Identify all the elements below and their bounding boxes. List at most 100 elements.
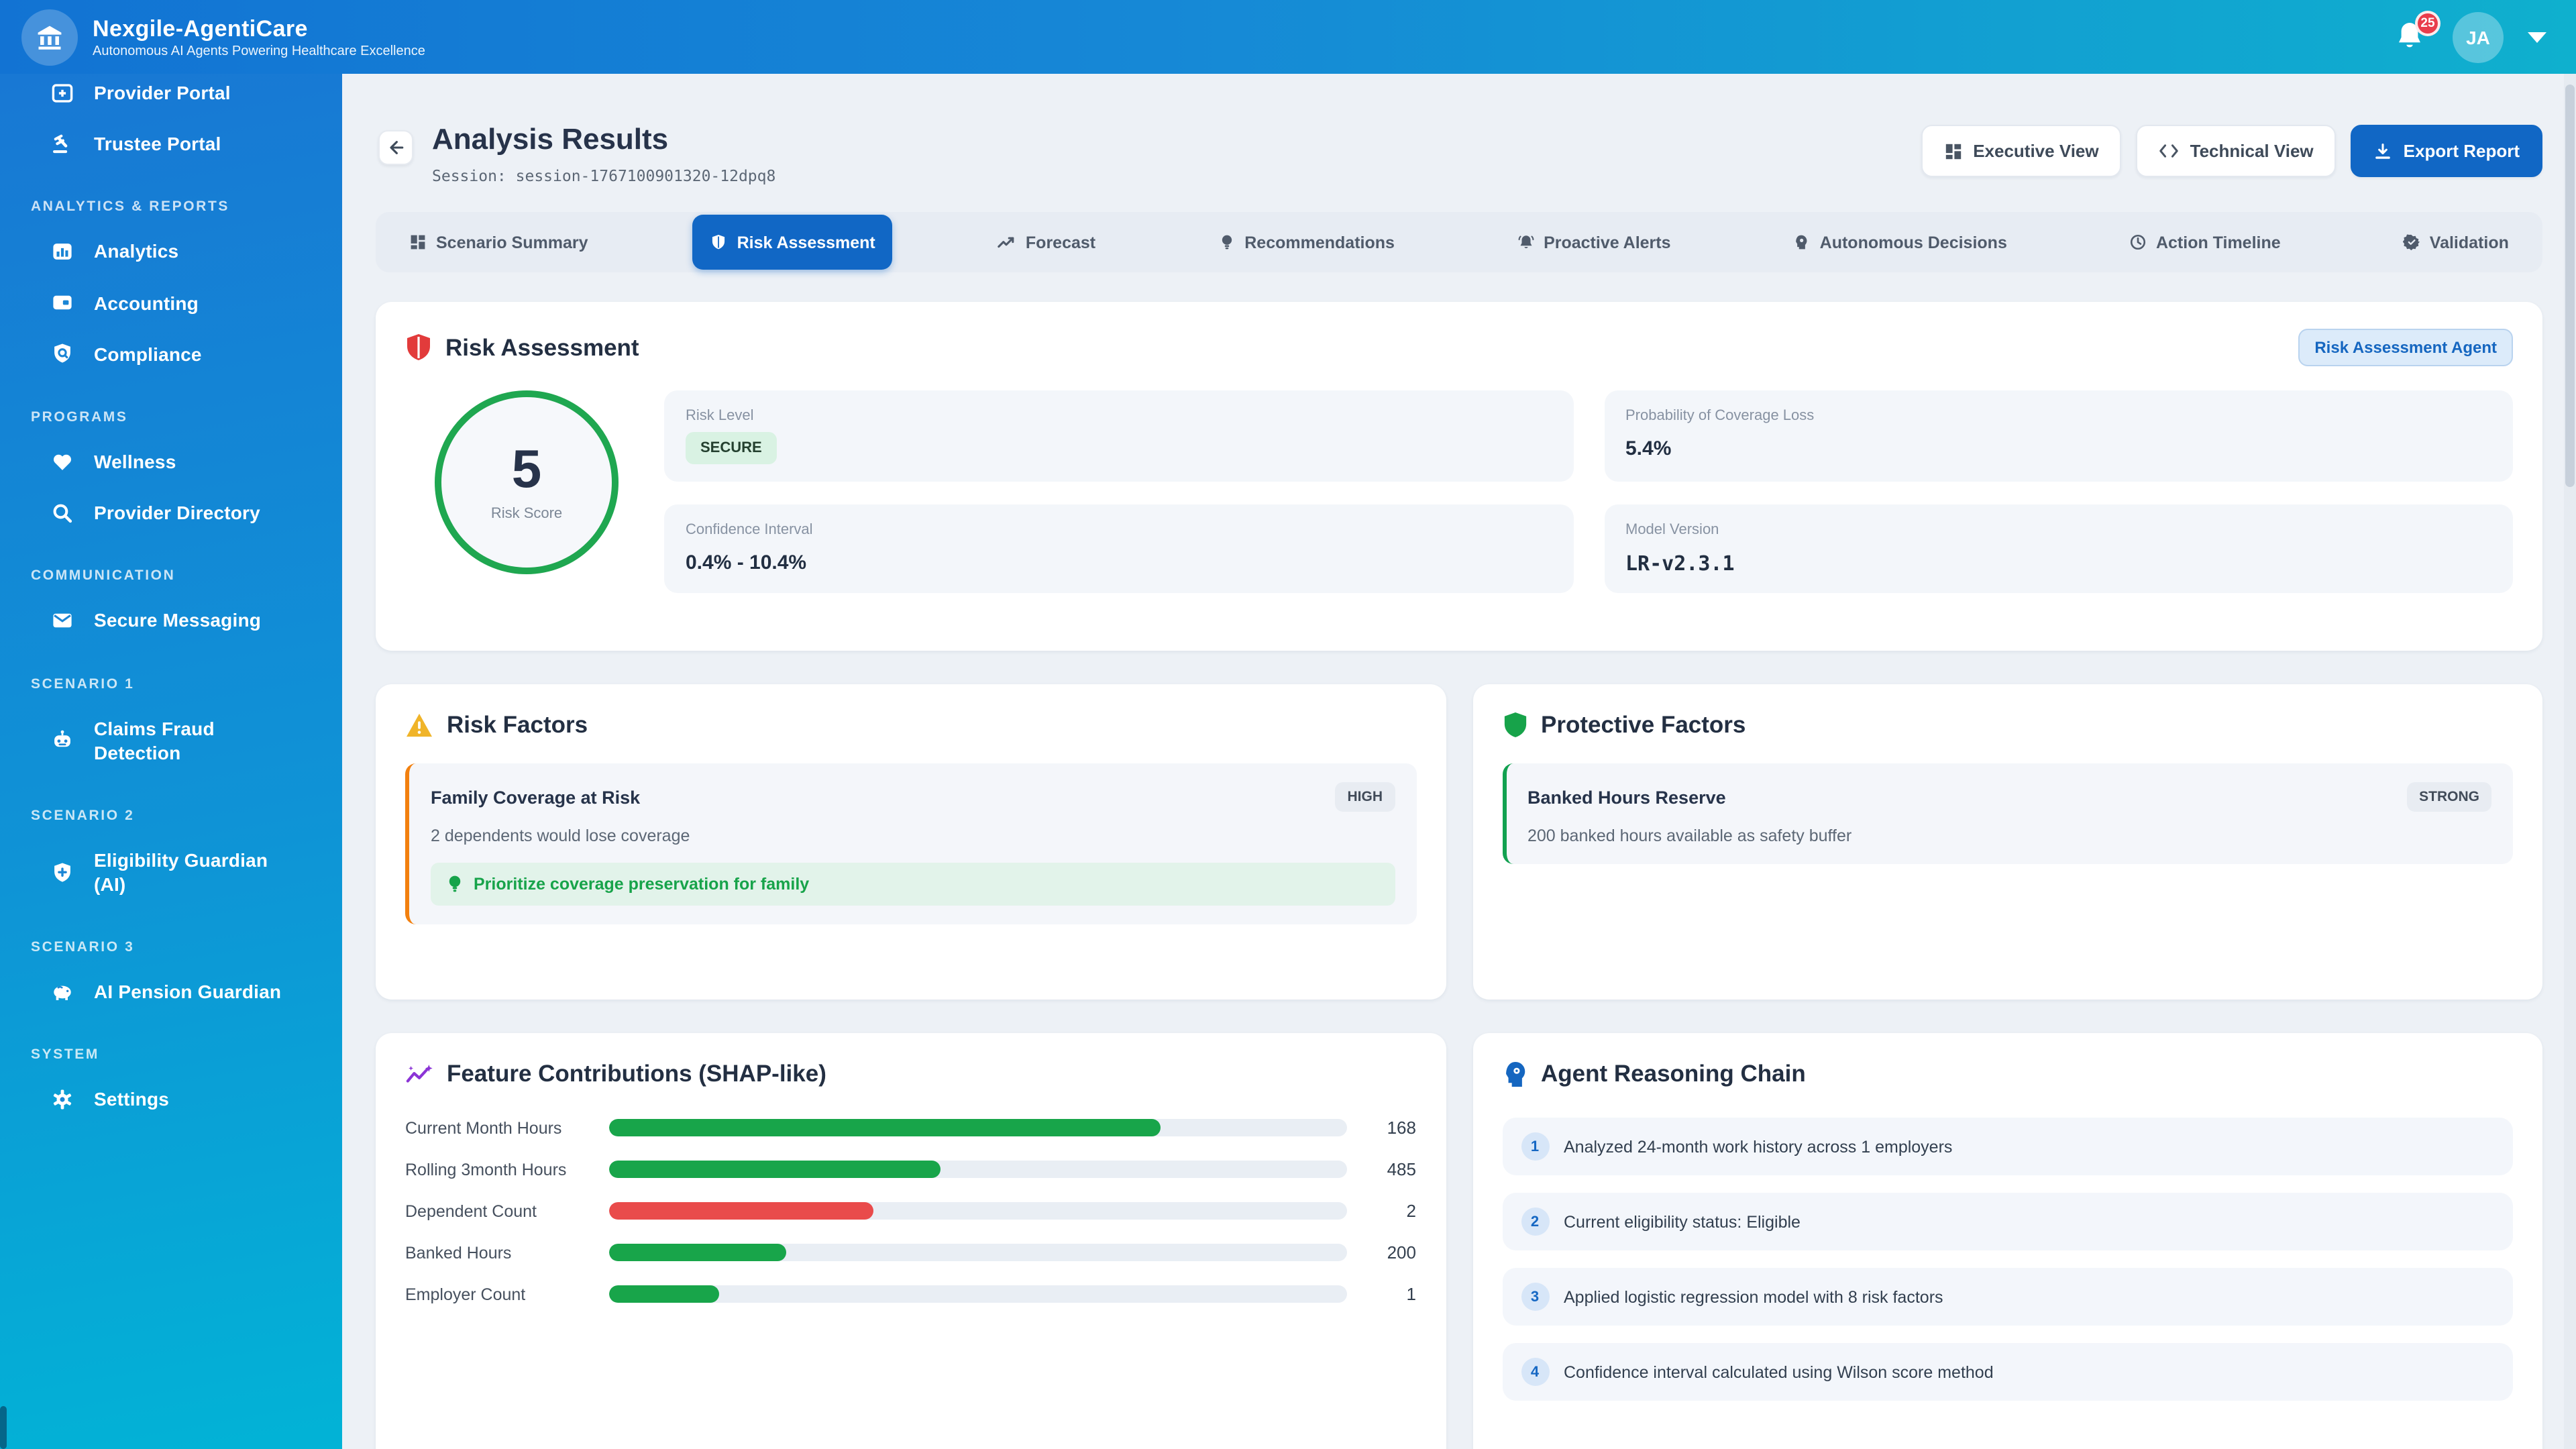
factors-row: Risk Factors Family Coverage at Risk HIG… xyxy=(376,684,2542,1000)
code-icon xyxy=(2159,144,2179,158)
back-button[interactable] xyxy=(378,130,413,165)
chevron-down-icon[interactable] xyxy=(2528,32,2546,42)
shield-check-icon xyxy=(50,342,74,366)
sidebar-section-system: SYSTEM xyxy=(31,1046,99,1063)
risk-factors-card: Risk Factors Family Coverage at Risk HIG… xyxy=(376,684,1446,1000)
sidebar-section-analytics-reports: ANALYTICS & REPORTS xyxy=(31,199,229,215)
sidebar-item-wellness[interactable]: Wellness xyxy=(0,436,342,487)
page-title-block: Analysis Results Session: session-176710… xyxy=(432,122,775,186)
sidebar-item-ai-pension-guardian[interactable]: AI Pension Guardian xyxy=(0,967,342,1018)
risk-factor-description: 2 dependents would lose coverage xyxy=(431,826,690,846)
technical-view-button[interactable]: Technical View xyxy=(2136,125,2337,177)
tab-action-timeline[interactable]: Action Timeline xyxy=(2112,215,2298,270)
avatar[interactable]: JA xyxy=(2453,11,2504,62)
tab-validation[interactable]: Validation xyxy=(2385,215,2526,270)
tab-scenario-summary[interactable]: Scenario Summary xyxy=(392,215,606,270)
step-number: 4 xyxy=(1521,1358,1549,1387)
sidebar-item-trustee-portal[interactable]: Trustee Portal xyxy=(0,118,342,169)
bar-track xyxy=(609,1244,1346,1262)
card-title: Risk Factors xyxy=(447,711,588,739)
tab-proactive-alerts[interactable]: Proactive Alerts xyxy=(1499,215,1688,270)
header-actions: Executive View Technical View Export Rep… xyxy=(1921,125,2542,177)
export-report-button[interactable]: Export Report xyxy=(2351,125,2542,177)
sidebar-section-scenario-3: SCENARIO 3 xyxy=(31,939,135,956)
risk-factor-name: Family Coverage at Risk xyxy=(431,787,641,808)
piggy-bank-icon xyxy=(50,980,74,1004)
risk-factor-recommendation: Prioritize coverage preservation for fam… xyxy=(431,863,1395,906)
tab-recommendations[interactable]: Recommendations xyxy=(1200,215,1412,270)
heart-icon xyxy=(50,449,74,474)
tab-forecast[interactable]: Forecast xyxy=(980,215,1113,270)
tab-risk-assessment[interactable]: Risk Assessment xyxy=(692,215,893,270)
executive-view-button[interactable]: Executive View xyxy=(1921,125,2122,177)
red-shield-icon xyxy=(407,334,430,361)
app-root: Nexgile-AgentiCare Autonomous AI Agents … xyxy=(0,0,2576,1449)
reasoning-step: 3 Applied logistic regression model with… xyxy=(1502,1268,2513,1326)
arrow-left-icon xyxy=(390,141,404,154)
shield-icon xyxy=(712,235,725,250)
results-tab-bar: Scenario Summary Risk Assessment Forecas… xyxy=(376,212,2542,273)
protective-factor-item: Banked Hours Reserve STRONG 200 banked h… xyxy=(1502,763,2513,865)
notifications-button[interactable]: 25 xyxy=(2394,10,2440,54)
bar-track xyxy=(609,1202,1346,1220)
sidebar-item-compliance[interactable]: Compliance xyxy=(0,329,342,380)
step-number: 2 xyxy=(1521,1208,1549,1236)
sidebar-item-secure-messaging[interactable]: Secure Messaging xyxy=(0,595,342,646)
confidence-value: 0.4% - 10.4% xyxy=(686,551,807,575)
sidebar-item-accounting[interactable]: Accounting xyxy=(0,277,342,328)
reasoning-head-icon xyxy=(1505,1062,1525,1087)
reasoning-step: 1 Analyzed 24-month work history across … xyxy=(1502,1118,2513,1176)
grid-icon xyxy=(411,235,425,250)
risk-score-label: Risk Score xyxy=(490,506,563,523)
sidebar-section-communication: COMMUNICATION xyxy=(31,568,176,584)
sidebar-scrollbar-thumb[interactable] xyxy=(0,1406,7,1449)
step-number: 3 xyxy=(1521,1283,1549,1311)
alert-bell-icon xyxy=(1517,236,1534,249)
warning-triangle-icon xyxy=(407,714,432,737)
app-subtitle: Autonomous AI Agents Powering Healthcare… xyxy=(93,44,425,60)
bar-fill xyxy=(609,1244,786,1262)
bar-fill xyxy=(609,1285,719,1303)
sidebar-section-scenario-2: SCENARIO 2 xyxy=(31,807,135,824)
card-title: Feature Contributions (SHAP-like) xyxy=(447,1060,826,1087)
card-title: Agent Reasoning Chain xyxy=(1541,1060,1806,1087)
main-scrollbar-track[interactable] xyxy=(2564,74,2576,1449)
strength-badge: STRONG xyxy=(2407,782,2491,812)
sidebar-item-claims-fraud-detection[interactable]: Claims Fraud Detection xyxy=(0,702,342,778)
bar-track xyxy=(609,1161,1346,1179)
sidebar: Provider Portal Trustee Portal ANALYTICS… xyxy=(0,74,342,1449)
trend-icon xyxy=(998,237,1015,248)
sparkle-trend-icon xyxy=(406,1064,433,1083)
tab-autonomous-decisions[interactable]: Autonomous Decisions xyxy=(1776,215,2025,270)
sidebar-item-provider-directory[interactable]: Provider Directory xyxy=(0,487,342,538)
mail-icon xyxy=(50,608,74,633)
gear-icon xyxy=(50,1087,74,1112)
bar-chart-icon xyxy=(50,239,74,264)
model-version-value: LR-v2.3.1 xyxy=(1625,551,1735,576)
top-header-bar: Nexgile-AgentiCare Autonomous AI Agents … xyxy=(0,0,2576,74)
feature-bars: Current Month Hours 168 Rolling 3month H… xyxy=(405,1118,1416,1305)
lightbulb-icon xyxy=(449,876,461,893)
clock-icon xyxy=(2130,235,2146,250)
session-id: Session: session-1767100901320-12dpq8 xyxy=(432,166,776,186)
main-scrollbar-thumb[interactable] xyxy=(2565,85,2575,487)
stat-confidence-interval: Confidence Interval 0.4% - 10.4% xyxy=(664,504,1573,594)
main-content: Analysis Results Session: session-176710… xyxy=(342,74,2576,1449)
robot-icon xyxy=(50,728,74,752)
sidebar-item-settings[interactable]: Settings xyxy=(0,1074,342,1125)
sidebar-section-programs: PROGRAMS xyxy=(31,409,128,425)
protective-factor-description: 200 banked hours available as safety buf… xyxy=(1527,826,1852,846)
sidebar-item-eligibility-guardian[interactable]: Eligibility Guardian (AI) xyxy=(0,835,342,910)
reasoning-step: 2 Current eligibility status: Eligible xyxy=(1502,1193,2513,1251)
gavel-icon xyxy=(50,132,74,156)
sidebar-item-provider-portal[interactable]: Provider Portal xyxy=(0,74,342,118)
feature-row: Employer Count 1 xyxy=(405,1284,1416,1305)
portal-icon xyxy=(50,80,74,105)
protective-factors-card: Protective Factors Banked Hours Reserve … xyxy=(1472,684,2542,1000)
feature-row: Current Month Hours 168 xyxy=(405,1118,1416,1138)
sidebar-item-analytics[interactable]: Analytics xyxy=(0,226,342,277)
risk-assessment-card-header: Risk Assessment Risk Assessment Agent xyxy=(405,329,2513,367)
wallet-icon xyxy=(50,290,74,315)
stat-probability: Probability of Coverage Loss 5.4% xyxy=(1604,390,2513,482)
grid-icon xyxy=(1945,143,1961,159)
